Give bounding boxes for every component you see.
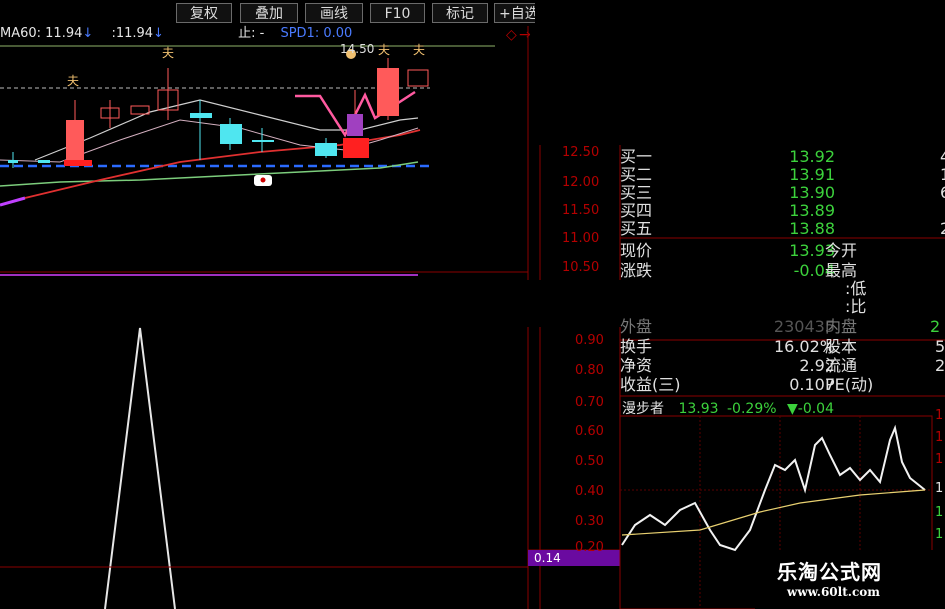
axis-label-upper: 11.00 bbox=[562, 231, 600, 246]
bid-label: 买五 bbox=[620, 219, 653, 238]
candle bbox=[347, 114, 363, 136]
candle bbox=[38, 160, 50, 163]
candle-base bbox=[64, 160, 92, 166]
intraday-tick: 1 bbox=[935, 430, 944, 445]
pe-label: PE(动) bbox=[825, 375, 874, 394]
eps-label: 收益(三) bbox=[620, 375, 681, 394]
ma-purple-line bbox=[0, 196, 26, 207]
axis-label-lower: 0.20 bbox=[575, 540, 604, 555]
candle bbox=[407, 69, 429, 87]
candle bbox=[377, 68, 399, 116]
float-label: 流通 bbox=[825, 356, 858, 375]
outer-volume-value: 230435 bbox=[773, 317, 835, 336]
axis-label-lower: 0.60 bbox=[575, 424, 604, 439]
ratio-label: :比 bbox=[845, 297, 867, 316]
price-marker-label: 14.50 bbox=[340, 42, 375, 56]
net-assets-label: 净资 bbox=[620, 356, 653, 375]
order-book-row[interactable]: 买三 13.90 6 bbox=[620, 184, 945, 202]
bid-volume: 4 bbox=[940, 148, 945, 166]
bid-price: 13.88 bbox=[789, 219, 835, 238]
bid-volume: 1 bbox=[940, 166, 945, 184]
float-value: 2 bbox=[935, 356, 945, 375]
intraday-tick: 1 bbox=[935, 452, 944, 467]
bid-price: 13.92 bbox=[789, 147, 835, 166]
signal-marker: 夫 bbox=[413, 43, 425, 57]
axis-label-lower: 0.50 bbox=[575, 454, 604, 469]
inner-volume-label: 内盘 bbox=[825, 317, 858, 336]
signal-marker: 夫 bbox=[378, 43, 390, 57]
axis-label-upper: 10.50 bbox=[562, 260, 600, 275]
turnover-label: 换手 bbox=[620, 337, 653, 356]
intraday-pct: -0.29% bbox=[727, 401, 777, 417]
candle bbox=[315, 143, 337, 156]
bid-label: 买一 bbox=[620, 147, 653, 166]
signal-marker: 夫 bbox=[162, 46, 174, 60]
low-label: :低 bbox=[845, 279, 867, 298]
bid-label: 买二 bbox=[620, 165, 653, 184]
intraday-tick: 1 bbox=[935, 505, 944, 520]
intraday-tick: 1 bbox=[935, 527, 944, 542]
bid-volume: 6 bbox=[940, 184, 945, 202]
signal-marker: 夫 bbox=[67, 74, 79, 88]
change-label: 涨跌 bbox=[620, 261, 653, 280]
candle bbox=[130, 105, 150, 115]
bid-price: 13.91 bbox=[789, 165, 835, 184]
outer-volume-label: 外盘 bbox=[620, 317, 653, 336]
stock-name[interactable]: 漫步者 bbox=[622, 401, 664, 417]
candle bbox=[252, 140, 274, 142]
turnover-value: 16.02% bbox=[773, 337, 835, 356]
axis-label-upper: 11.50 bbox=[562, 203, 600, 218]
red-dot bbox=[260, 177, 266, 183]
bid-price: 13.89 bbox=[789, 201, 835, 220]
bid-volume: 2 bbox=[940, 220, 945, 238]
current-price-value: 13.93 bbox=[789, 241, 835, 260]
bid-label: 买三 bbox=[620, 183, 653, 202]
down-triangle-icon: ▼ bbox=[786, 401, 798, 417]
candle bbox=[220, 124, 242, 144]
change-value: -0.04 bbox=[793, 261, 835, 280]
quote-stats: 现价 13.93 今开 涨跌 -0.04 最高 :低 :比 外盘 230435 … bbox=[620, 241, 945, 394]
intraday-header: 漫步者 13.93 -0.29% ▼-0.04 bbox=[622, 398, 834, 418]
axis-label-lower: 0.80 bbox=[575, 363, 604, 378]
candle bbox=[190, 113, 212, 118]
order-book-row[interactable]: 买四 13.89 bbox=[620, 202, 945, 220]
intraday-change: -0.04 bbox=[797, 401, 834, 417]
candle bbox=[343, 138, 369, 158]
share-capital-label: 股本 bbox=[825, 337, 858, 356]
high-label: 最高 bbox=[825, 261, 858, 280]
redacted-region-top bbox=[535, 0, 945, 142]
inner-volume-value: 2 bbox=[930, 317, 941, 336]
watermark: 乐淘公式网 www.60lt.com bbox=[755, 550, 945, 609]
watermark-url: www.60lt.com bbox=[787, 585, 880, 599]
order-book-row[interactable]: 买五 13.88 2 bbox=[620, 220, 945, 238]
axis-label-lower: 0.40 bbox=[575, 484, 604, 499]
axis-label-lower: 0.90 bbox=[575, 333, 604, 348]
intraday-price: 13.93 bbox=[678, 401, 719, 417]
indicator-value-label: 0.14 bbox=[534, 551, 561, 565]
candle bbox=[66, 120, 84, 160]
axis-label-upper: 12.50 bbox=[562, 145, 600, 160]
current-price-label: 现价 bbox=[620, 241, 653, 260]
watermark-title: 乐淘公式网 bbox=[777, 560, 882, 584]
net-assets-value: 2.92 bbox=[799, 356, 835, 375]
order-book: 买一 13.92 4 买二 13.91 1 买三 13.90 6 买四 13.8… bbox=[620, 148, 945, 238]
open-label: 今开 bbox=[825, 241, 858, 260]
intraday-tick: 1 bbox=[935, 481, 944, 496]
intraday-tick: 1 bbox=[935, 408, 944, 423]
bid-label: 买四 bbox=[620, 201, 653, 220]
axis-label-lower: 0.30 bbox=[575, 514, 604, 529]
order-book-row[interactable]: 买二 13.91 1 bbox=[620, 166, 945, 184]
order-book-row[interactable]: 买一 13.92 4 bbox=[620, 148, 945, 166]
axis-label-lower: 0.70 bbox=[575, 395, 604, 410]
eps-value: 0.107 bbox=[789, 375, 835, 394]
axis-label-upper: 12.00 bbox=[562, 175, 600, 190]
bid-price: 13.90 bbox=[789, 183, 835, 202]
share-capital-value: 5 bbox=[935, 337, 945, 356]
